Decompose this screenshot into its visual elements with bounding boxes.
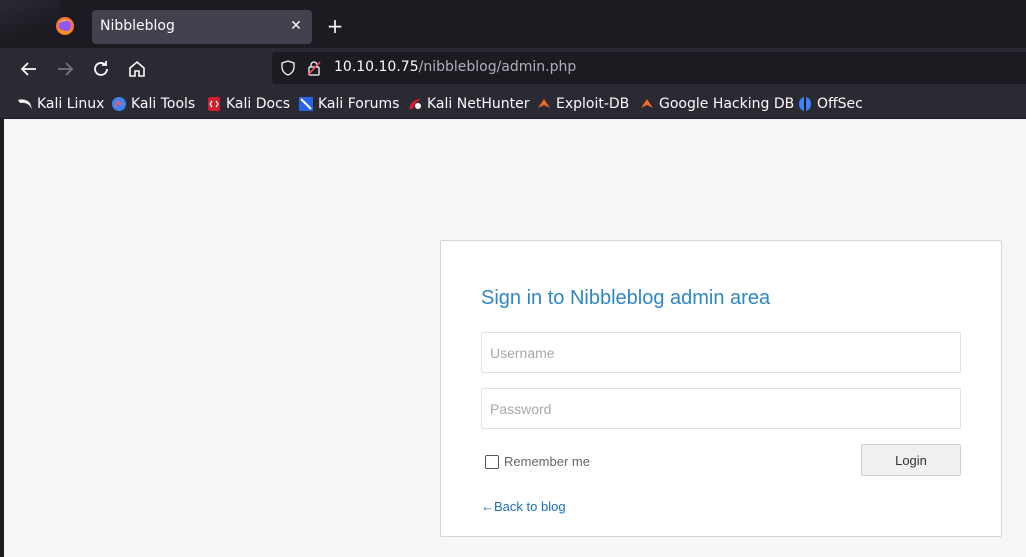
remember-me-checkbox[interactable] (485, 455, 499, 469)
bookmark-label: Kali NetHunter (427, 96, 530, 112)
remember-me-label: Remember me (504, 453, 590, 469)
url-host: 10.10.10.75 (334, 59, 419, 75)
password-input[interactable] (481, 388, 961, 429)
kali-docs-icon (208, 97, 220, 111)
bookmark-kali-linux[interactable]: Kali Linux (17, 95, 104, 113)
kali-dragon-icon (18, 99, 32, 109)
reload-icon (94, 61, 108, 76)
bookmark-label: Exploit-DB (556, 96, 630, 112)
back-to-blog-link[interactable]: ←Back to blog (481, 499, 566, 514)
bookmark-label: Kali Linux (37, 96, 105, 112)
page-title: Sign in to Nibbleblog admin area (481, 287, 771, 309)
tab-nibbleblog[interactable]: Nibbleblog ✕ (92, 10, 312, 44)
ghdb-icon (641, 99, 653, 108)
forward-arrow-icon (58, 62, 74, 76)
login-panel: Sign in to Nibbleblog admin area Remembe… (440, 240, 1002, 537)
close-icon[interactable]: ✕ (288, 17, 304, 35)
forward-button[interactable] (53, 57, 77, 81)
url-bar[interactable]: 10.10.10.75/nibbleblog/admin.php (272, 52, 1026, 84)
bookmark-label: Kali Forums (318, 96, 400, 112)
back-arrow-icon (20, 62, 36, 76)
navigation-bar: 10.10.10.75/nibbleblog/admin.php (0, 48, 1026, 90)
bookmark-label: Kali Docs (226, 96, 291, 112)
bookmark-exploit-db[interactable]: Exploit-DB (536, 95, 629, 113)
home-icon (129, 60, 145, 77)
offsec-icon (799, 97, 811, 111)
bookmarks-toolbar: Kali Linux Kali Tools Kali Docs Kali For… (0, 90, 1026, 118)
remember-me-option[interactable]: Remember me (485, 453, 590, 469)
insecure-lock-icon[interactable] (306, 60, 322, 76)
reload-button[interactable] (89, 57, 113, 81)
shield-icon[interactable] (280, 60, 296, 76)
nethunter-icon (409, 99, 421, 109)
firefox-logo-icon (56, 17, 74, 35)
bookmark-offsec[interactable]: OffSec (797, 95, 863, 113)
kali-tools-icon (112, 97, 126, 111)
login-button[interactable]: Login (861, 444, 961, 476)
back-button[interactable] (17, 57, 41, 81)
bookmark-kali-tools[interactable]: Kali Tools (111, 95, 195, 113)
bookmark-kali-nethunter[interactable]: Kali NetHunter (407, 95, 529, 113)
bookmark-label: OffSec (817, 96, 863, 112)
titlebar-decoration (0, 0, 60, 52)
tab-strip: Nibbleblog ✕ + (0, 0, 1026, 52)
url-path: /nibbleblog/admin.php (418, 59, 577, 75)
bookmark-label: Kali Tools (131, 96, 196, 112)
exploit-db-icon (538, 99, 550, 108)
bookmark-label: Google Hacking DB (659, 96, 795, 112)
bookmark-kali-docs[interactable]: Kali Docs (206, 95, 290, 113)
url-text[interactable]: 10.10.10.75/nibbleblog/admin.php (334, 59, 576, 75)
page-content: Sign in to Nibbleblog admin area Remembe… (4, 119, 1026, 557)
bookmark-kali-forums[interactable]: Kali Forums (298, 95, 399, 113)
new-tab-button[interactable]: + (325, 15, 345, 37)
kali-forums-icon (299, 97, 313, 111)
home-button[interactable] (125, 57, 149, 81)
tab-title: Nibbleblog (100, 18, 175, 34)
username-input[interactable] (481, 332, 961, 373)
bookmark-google-hacking-db[interactable]: Google Hacking DB (639, 95, 794, 113)
